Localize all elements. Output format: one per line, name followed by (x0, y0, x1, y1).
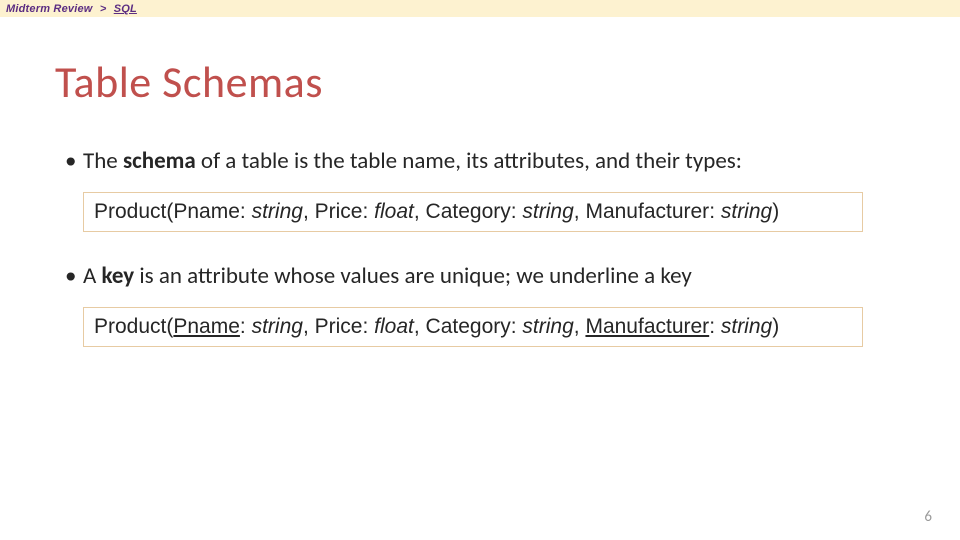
schema2-attr4-key: Manufacturer (585, 315, 709, 338)
bullet2-pre: A (83, 262, 102, 290)
schema1-attr1: Pname (173, 200, 240, 223)
breadcrumb-sep: > (96, 3, 111, 15)
schema2-type1: string (252, 315, 303, 338)
schema1-attr4: Manufacturer (585, 200, 709, 223)
bullet1-bold: schema (123, 147, 196, 175)
schema-box-1: Product(Pname: string, Price: float, Cat… (83, 192, 863, 232)
schema2-type4: string (721, 315, 772, 338)
bullet2-post: is an attribute whose values are unique;… (134, 262, 692, 290)
schema2-attr1-key: Pname (173, 315, 240, 338)
schema1-suffix: ) (772, 200, 779, 223)
schema2-attr2: Price (315, 315, 363, 338)
schema-box-2: Product(Pname: string, Price: float, Cat… (83, 307, 863, 347)
bullet-schema-defn: The schema of a table is the table name,… (65, 147, 905, 176)
schema2-attr3: Category (426, 315, 511, 338)
schema2-suffix: ) (772, 315, 779, 338)
schema2-type3: string (522, 315, 573, 338)
schema1-type4: string (721, 200, 772, 223)
schema2-type2: float (374, 315, 414, 338)
schema1-attr3: Category (426, 200, 511, 223)
breadcrumb: Midterm Review > SQL (0, 0, 960, 17)
schema1-type2: float (374, 200, 414, 223)
schema1-attr2: Price (315, 200, 363, 223)
breadcrumb-parent: Midterm Review (6, 3, 93, 15)
breadcrumb-current: SQL (114, 3, 137, 15)
schema1-type3: string (522, 200, 573, 223)
schema1-prefix: Product( (94, 200, 173, 223)
bullet1-post: of a table is the table name, its attrib… (196, 147, 742, 175)
bullet1-pre: The (83, 147, 123, 175)
schema1-type1: string (252, 200, 303, 223)
schema2-prefix: Product( (94, 315, 173, 338)
content: The schema of a table is the table name,… (55, 147, 905, 347)
bullet2-bold: key (102, 262, 135, 290)
page-number: 6 (924, 508, 932, 526)
slide-body: Table Schemas The schema of a table is t… (0, 17, 960, 347)
page-title: Table Schemas (55, 55, 905, 109)
bullet-key-defn: A key is an attribute whose values are u… (65, 262, 905, 291)
